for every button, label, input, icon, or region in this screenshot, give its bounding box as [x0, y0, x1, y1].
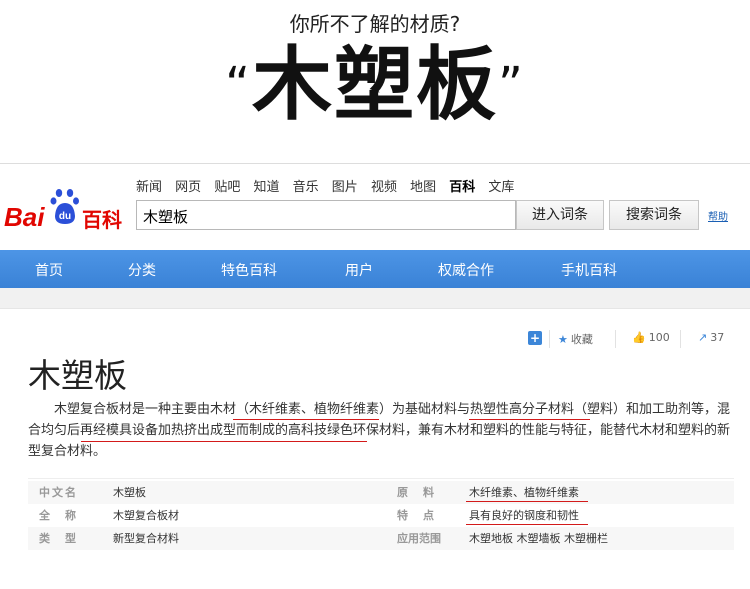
info-row: 类 型 新型复合材料 应用范围 木塑地板 木塑墙板 木塑栅栏: [0, 527, 750, 550]
share-button[interactable]: ↗ 37: [698, 331, 724, 344]
poster-subtitle: 你所不了解的材质?: [289, 12, 461, 36]
like-count: 100: [648, 331, 670, 344]
topnav-item[interactable]: 知道: [253, 180, 279, 195]
topnav-item[interactable]: 文库: [488, 180, 514, 195]
site-header: Bai du 百科 新闻 网页 贴吧 知道 音乐 图片 视频 地图 百科 文库 …: [0, 164, 750, 250]
logo-baike: 百科: [82, 208, 122, 232]
info-value: 木塑地板 木塑墙板 木塑栅栏: [469, 532, 608, 545]
tool-divider: [680, 330, 681, 348]
topnav-item[interactable]: 图片: [332, 180, 358, 195]
summary-paragraph: 木塑复合板材是一种主要由木材（木纤维素、植物纤维素）为基础材料与热塑性高分子材料…: [28, 402, 731, 459]
svg-text:du: du: [59, 211, 71, 222]
search-input[interactable]: 木塑板: [136, 200, 516, 230]
add-tool[interactable]: +: [528, 331, 542, 345]
nav-home[interactable]: 首页: [35, 260, 63, 280]
star-icon: ★: [558, 333, 568, 346]
info-key: 特 点: [397, 509, 436, 522]
logo-bai: Bai: [4, 202, 45, 232]
annotation-underline: [466, 501, 588, 502]
quote-open: “: [225, 57, 252, 113]
nav-category[interactable]: 分类: [128, 260, 156, 280]
topnav-item[interactable]: 网页: [175, 180, 201, 195]
info-value: 木塑板: [113, 486, 146, 499]
topnav-item[interactable]: 地图: [410, 180, 436, 195]
info-key: 原 料: [397, 486, 436, 499]
thumbs-up-icon: 👍: [632, 331, 646, 344]
topnav-item[interactable]: 新闻: [136, 180, 162, 195]
search-entry-button[interactable]: 搜索词条: [609, 200, 699, 230]
help-link[interactable]: 帮助: [708, 208, 728, 223]
info-key: 类 型: [39, 532, 78, 545]
info-row: 中文名 木塑板 原 料 木纤维素、植物纤维素: [0, 481, 750, 504]
nav-user[interactable]: 用户: [345, 260, 373, 280]
paw-icon: du: [50, 189, 79, 224]
info-value: 新型复合材料: [113, 532, 179, 545]
plus-icon: +: [528, 331, 542, 345]
like-button[interactable]: 👍 100: [632, 331, 670, 344]
annotation-underline: [466, 524, 588, 525]
info-key: 全 称: [39, 509, 78, 522]
annotation-underline: [469, 419, 590, 420]
favorite-label: 收藏: [570, 333, 593, 346]
topnav-item[interactable]: 视频: [371, 180, 397, 195]
topnav-item[interactable]: 贴吧: [214, 180, 240, 195]
baidu-baike-logo[interactable]: Bai du 百科: [4, 189, 126, 232]
top-nav: 新闻 网页 贴吧 知道 音乐 图片 视频 地图 百科 文库: [136, 176, 523, 195]
nav-spacer: [0, 288, 750, 308]
topnav-item[interactable]: 音乐: [293, 180, 319, 195]
poster-title: “木塑板”: [0, 40, 750, 130]
tool-divider: [549, 330, 550, 348]
quote-close: ”: [498, 57, 525, 113]
info-value: 木塑复合板材: [113, 509, 179, 522]
enter-entry-button[interactable]: 进入词条: [516, 200, 604, 230]
nav-featured[interactable]: 特色百科: [221, 260, 277, 280]
info-key: 中文名: [39, 486, 78, 499]
info-divider: [28, 478, 734, 479]
nav-mobile[interactable]: 手机百科: [561, 260, 617, 280]
info-row: 全 称 木塑复合板材 特 点 具有良好的钢度和韧性: [0, 504, 750, 527]
annotation-underline: [233, 419, 379, 420]
main-nav: 首页 分类 特色百科 用户 权威合作 手机百科: [0, 250, 750, 288]
nav-authority[interactable]: 权威合作: [438, 260, 494, 280]
info-key: 应用范围: [397, 532, 441, 545]
share-icon: ↗: [698, 331, 708, 344]
share-count: 37: [710, 331, 725, 344]
topnav-item-active[interactable]: 百科: [449, 180, 475, 195]
favorite-button[interactable]: ★ 收藏: [558, 331, 593, 347]
tool-divider: [615, 330, 616, 348]
poster-header: 你所不了解的材质? “木塑板”: [0, 0, 750, 160]
annotation-underline: [81, 441, 367, 442]
poster-title-text: 木塑板: [252, 38, 498, 131]
page-title: 木塑板: [28, 356, 127, 395]
